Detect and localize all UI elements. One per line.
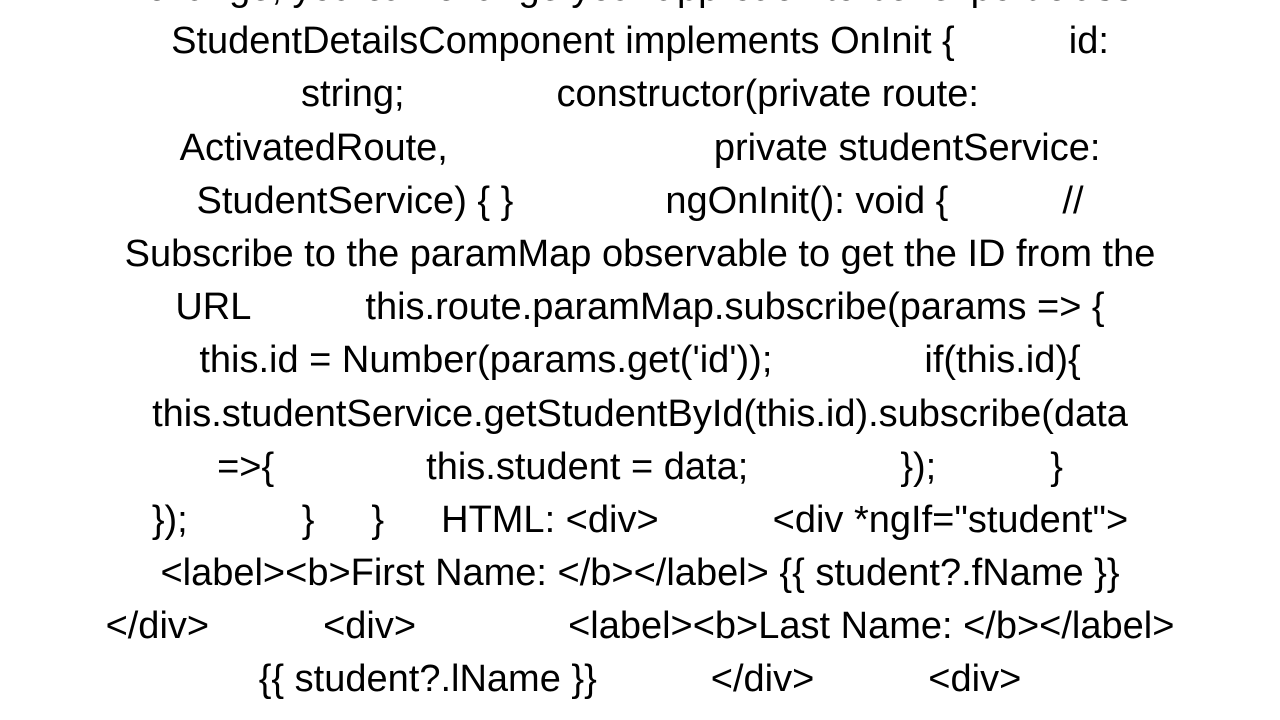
text-line: this.studentService.getStudentById(this.… — [152, 393, 1128, 435]
text-line: HTML: <div> — [441, 499, 659, 541]
text-line: id: — [1069, 20, 1109, 62]
text-line: </div> — [711, 658, 815, 700]
text-line: } — [1050, 446, 1063, 488]
text-line: <div> — [323, 605, 416, 647]
text-line: Subscribe to the paramMap observable to … — [125, 233, 1156, 275]
text-line: StudentDetailsComponent implements OnIni… — [171, 20, 955, 62]
text-line: string; — [301, 73, 404, 115]
text-line: constructor(private route: — [557, 73, 979, 115]
text-line: <div> — [928, 658, 1021, 700]
text-line: this.student = data; — [426, 446, 748, 488]
text-line: <div *ngIf="student"> — [773, 499, 1129, 541]
text-line: if(this.id){ — [924, 339, 1080, 381]
document-body: change, you can change your approach to … — [0, 0, 1280, 707]
text-line: URL — [175, 286, 251, 328]
text-line: StudentService) { } — [196, 180, 513, 222]
text-line: {{ student?.lName }} — [259, 658, 597, 700]
text-line: </div> — [106, 605, 210, 647]
text-line: } — [302, 499, 315, 541]
text-line: this.id = Number(params.get('id')); — [199, 339, 772, 381]
text-line: ActivatedRoute, — [180, 127, 448, 169]
text-line: }); — [152, 499, 188, 541]
text-line: =>{ — [217, 446, 274, 488]
text-line: ngOnInit(): void { — [665, 180, 948, 222]
text-line: <label><b>Last Name: </b></label> — [568, 605, 1174, 647]
text-line: <label><b>First Name: </b></label> {{ st… — [160, 552, 1119, 594]
text-line: private studentService: — [714, 127, 1101, 169]
text-line: // — [1062, 180, 1083, 222]
text-line: }); — [900, 446, 936, 488]
text-line: change, you can change your approach to … — [147, 0, 1134, 9]
text-line: this.route.paramMap.subscribe(params => … — [365, 286, 1104, 328]
text-line: } — [371, 499, 384, 541]
